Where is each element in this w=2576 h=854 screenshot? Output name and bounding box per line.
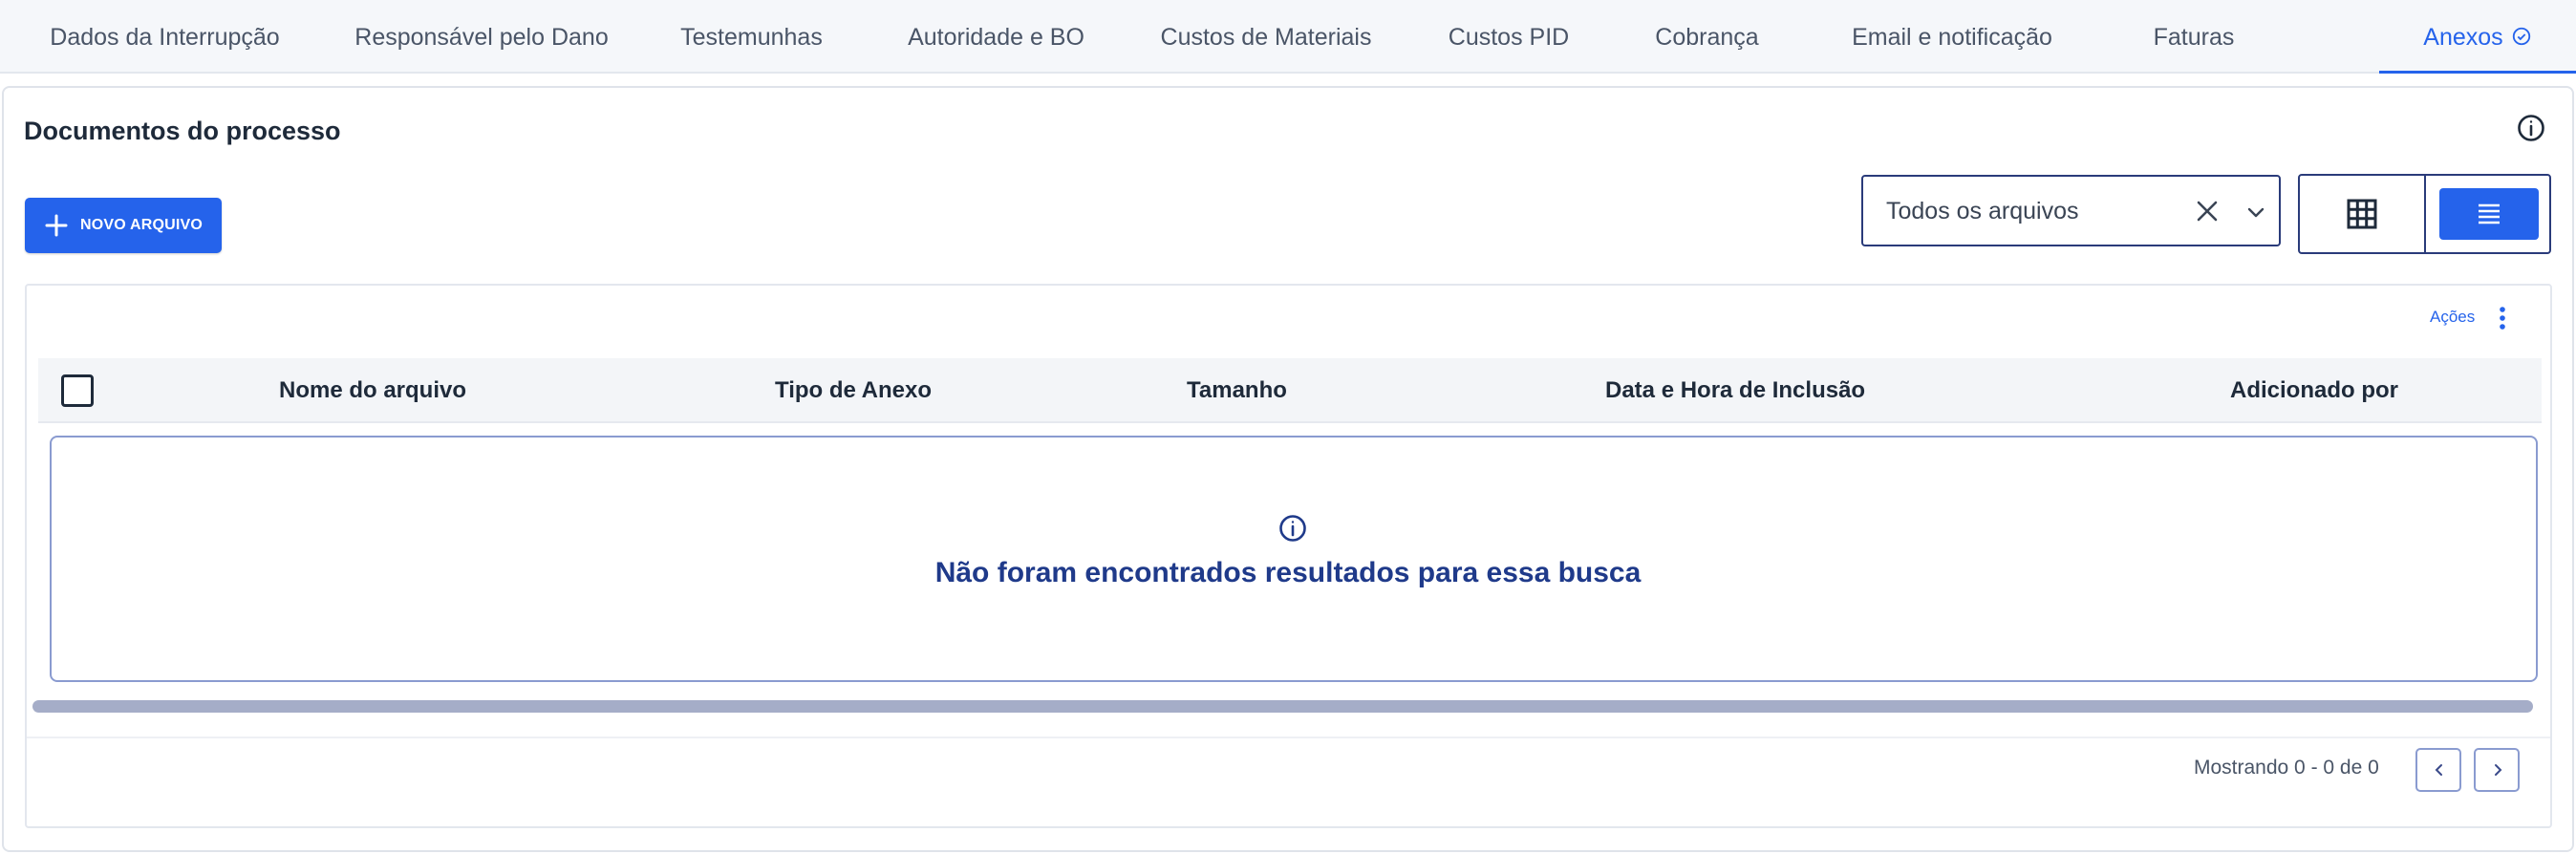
previous-page-button[interactable] [2415,748,2461,792]
column-header-data-hora[interactable]: Data e Hora de Inclusão [1605,377,1865,404]
grid-icon [2347,199,2377,229]
file-filter-value: Todos os arquivos [1886,198,2079,224]
new-file-button[interactable]: NOVO ARQUIVO [25,198,222,253]
tab-bar: Dados da Interrupção Responsável pelo Da… [0,0,2576,74]
grid-view-button[interactable] [2300,176,2424,252]
horizontal-scrollbar[interactable] [32,700,2533,713]
tab-responsavel-dano[interactable]: Responsável pelo Dano [330,0,633,74]
toggle-divider [2424,176,2426,252]
tab-anexos-label: Anexos [2423,24,2503,51]
chevron-down-icon[interactable] [2245,202,2266,223]
next-page-button[interactable] [2474,748,2520,792]
footer-divider [27,737,2550,738]
column-header-tamanho[interactable]: Tamanho [1187,377,1287,404]
info-icon[interactable] [2516,113,2546,143]
tab-custos-materiais[interactable]: Custos de Materiais [1123,0,1409,74]
tab-custos-pid[interactable]: Custos PID [1409,0,1608,74]
pagination-summary: Mostrando 0 - 0 de 0 [2194,757,2379,779]
check-circle-icon [2512,28,2530,46]
info-icon [1279,515,1306,542]
close-icon[interactable] [2194,198,2221,224]
tab-faturas[interactable]: Faturas [2098,0,2289,74]
view-mode-toggle [2298,174,2551,254]
actions-link[interactable]: Ações [2430,308,2475,327]
column-header-nome-arquivo[interactable]: Nome do arquivo [279,377,466,404]
tab-dados-interrupcao[interactable]: Dados da Interrupção [0,0,330,74]
list-view-button[interactable] [2439,188,2539,240]
list-icon [2479,203,2500,224]
tab-testemunhas[interactable]: Testemunhas [633,0,869,74]
file-filter-select[interactable]: Todos os arquivos [1861,175,2281,246]
tab-anexos[interactable]: Anexos [2379,0,2576,74]
tab-autoridade-bo[interactable]: Autoridade e BO [869,0,1123,74]
chevron-right-icon [2495,764,2502,776]
new-file-button-label: NOVO ARQUIVO [80,217,204,233]
tab-email-notificacao[interactable]: Email e notificação [1806,0,2098,74]
column-header-tipo-anexo[interactable]: Tipo de Anexo [775,377,932,404]
empty-state-message: Não foram encontrados resultados para es… [934,557,1642,588]
tab-cobranca[interactable]: Cobrança [1608,0,1806,74]
select-all-checkbox[interactable] [61,374,94,407]
column-header-adicionado-por[interactable]: Adicionado por [2230,377,2398,404]
kebab-menu-icon[interactable] [2496,304,2509,332]
section-title: Documentos do processo [24,117,341,145]
chevron-left-icon [2435,764,2442,776]
plus-icon [45,214,68,237]
